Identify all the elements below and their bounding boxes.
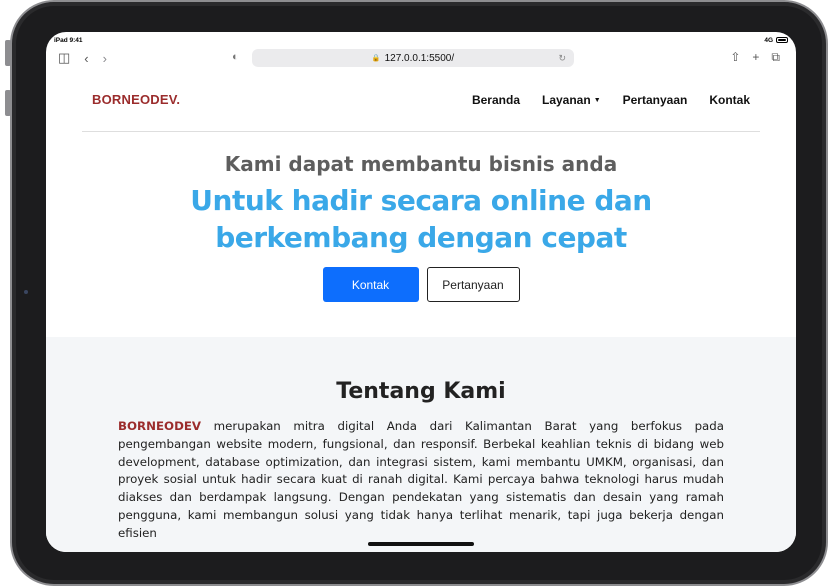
nav-item-kontak[interactable]: Kontak: [709, 93, 750, 107]
camera-dot: [24, 290, 28, 294]
forward-icon[interactable]: ›: [103, 51, 107, 66]
volume-button: [5, 40, 11, 66]
hero-title-line: berkembang dengan cepat: [215, 221, 627, 254]
new-tab-icon[interactable]: +: [752, 50, 759, 65]
navbar: BORNEODEV. Beranda Layanan ▼ Pertanyaan K…: [82, 68, 760, 132]
caret-down-icon: ▼: [593, 96, 601, 104]
address-bar[interactable]: 🔒 127.0.0.1:5500/ ↻: [252, 49, 574, 67]
about-section: Tentang Kami BORNEODEV merupakan mitra d…: [46, 337, 796, 552]
lock-icon: 🔒: [371, 55, 381, 62]
nav-links: Beranda Layanan ▼ Pertanyaan Kontak: [472, 93, 750, 107]
status-indicators: 4G: [764, 37, 788, 44]
pertanyaan-button[interactable]: Pertanyaan: [426, 267, 520, 302]
hero-subtitle: Kami dapat membantu bisnis anda: [224, 152, 618, 176]
volume-button: [5, 90, 11, 116]
hero-title: Untuk hadir secara online dan berkembang…: [46, 182, 796, 256]
nav-item-label: Layanan: [542, 92, 591, 107]
battery-icon: [776, 37, 788, 43]
hero-section: Kami dapat membantu bisnis anda Untuk ha…: [46, 152, 796, 256]
nav-item-pertanyaan[interactable]: Pertanyaan: [623, 93, 688, 107]
nav-item-beranda[interactable]: Beranda: [472, 93, 520, 107]
about-body: merupakan mitra digital Anda dari Kalima…: [118, 419, 725, 540]
hero-title-line: Untuk hadir secara online dan: [190, 184, 652, 217]
web-page: BORNEODEV. Beranda Layanan ▼ Pertanyaan K…: [46, 68, 796, 552]
network-label: 4G: [764, 36, 773, 44]
home-indicator[interactable]: [368, 542, 474, 546]
nav-item-layanan[interactable]: Layanan ▼: [542, 93, 601, 107]
privacy-shield-icon[interactable]: ◐: [232, 51, 239, 63]
sidebar-toggle-icon[interactable]: ◫: [58, 50, 70, 66]
back-icon[interactable]: ‹: [84, 51, 88, 66]
about-paragraph: BORNEODEV merupakan mitra digital Anda d…: [118, 418, 724, 543]
about-title: Tentang Kami: [336, 379, 506, 404]
status-time: iPad 9:41: [54, 36, 83, 44]
url-text: 127.0.0.1:5500/: [384, 52, 455, 64]
tabs-icon[interactable]: ⧉: [771, 50, 780, 65]
reload-icon[interactable]: ↻: [558, 53, 566, 64]
brand-logo[interactable]: BORNEODEV.: [92, 92, 180, 107]
hero-buttons: Kontak Pertanyaan: [46, 267, 796, 302]
about-brand-highlight: BORNEODEV: [118, 419, 202, 433]
kontak-button[interactable]: Kontak: [322, 267, 419, 302]
status-bar: iPad 9:41 4G: [46, 32, 796, 48]
browser-toolbar: ◫ ‹ › ◐ 🔒 127.0.0.1:5500/ ↻ ⇧ + ⧉: [46, 48, 796, 68]
share-icon[interactable]: ⇧: [730, 50, 740, 65]
screen: iPad 9:41 4G ◫ ‹ › ◐ 🔒 127.0.0.1:5500/ ↻…: [46, 32, 796, 552]
